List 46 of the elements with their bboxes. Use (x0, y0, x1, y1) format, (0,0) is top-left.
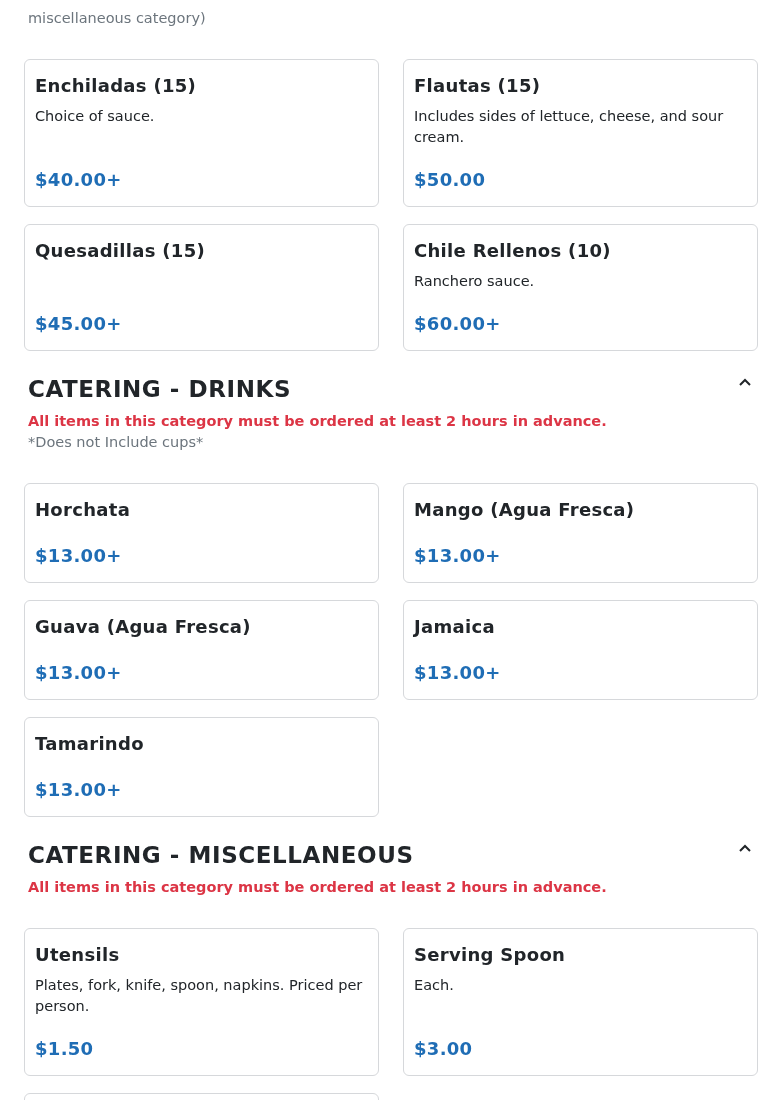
item-name: Utensils (35, 943, 121, 967)
item-price: $45.00+ (35, 312, 123, 336)
category-note: *Does not Include cups* (27, 433, 205, 452)
item-name: Jamaica (414, 615, 496, 639)
item-name: Serving Spoon (414, 943, 567, 967)
item-name: Chile Rellenos (10) (414, 239, 612, 263)
category-note: miscellaneous category) (27, 9, 207, 28)
item-price: $60.00+ (414, 312, 502, 336)
item-name: Tamarindo (35, 732, 145, 756)
section-title: CATERING - DRINKS (28, 375, 292, 404)
menu-item-card[interactable]: Serving Spoon Each. $3.00 (403, 928, 758, 1076)
item-name: Guava (Agua Fresca) (35, 615, 252, 639)
item-name: Enchiladas (15) (35, 74, 198, 98)
item-price: $13.00+ (35, 661, 123, 685)
item-price: $40.00+ (35, 168, 123, 192)
menu-item-card[interactable]: Tamarindo $13.00+ (24, 717, 379, 817)
menu-item-card[interactable]: Flautas (15) Includes sides of lettuce, cheese, and sour cream. $50.00 (403, 59, 758, 207)
section-title: CATERING - MISCELLANEOUS (28, 841, 414, 870)
menu-item-card[interactable]: Jamaica $13.00+ (403, 600, 758, 700)
item-price: $3.00 (414, 1037, 474, 1061)
item-price: $13.00+ (35, 778, 123, 802)
menu-item-card[interactable]: Horchata $13.00+ (24, 483, 379, 583)
item-price: $13.00+ (414, 661, 502, 685)
chevron-icon[interactable] (738, 843, 752, 853)
item-price: $50.00 (414, 168, 487, 192)
item-name: Mango (Agua Fresca) (414, 498, 636, 522)
menu-item-card[interactable]: Quesadillas (15) $45.00+ (24, 224, 379, 351)
menu-item-card[interactable]: Guava (Agua Fresca) $13.00+ (24, 600, 379, 700)
item-name: Flautas (15) (414, 74, 542, 98)
item-name: Horchata (35, 498, 132, 522)
item-description: Ranchero sauce. (414, 272, 536, 291)
item-price: $13.00+ (414, 544, 502, 568)
item-description: Includes sides of lettuce, cheese, and sour cream. (414, 107, 725, 147)
menu-item-card[interactable]: Enchiladas (15) Choice of sauce. $40.00+ (24, 59, 379, 207)
item-name: Quesadillas (15) (35, 239, 206, 263)
menu-item-card[interactable]: Mango (Agua Fresca) $13.00+ (403, 483, 758, 583)
item-price: $13.00+ (35, 544, 123, 568)
menu-item-card[interactable]: Chile Rellenos (10) Ranchero sauce. $60.00+ (403, 224, 758, 351)
chevron-icon[interactable] (738, 377, 752, 387)
item-description: Plates, fork, knife, spoon, napkins. Priced per person. (35, 976, 364, 1016)
item-description: Each. (414, 976, 455, 995)
advance-notice: All items in this category must be ordered at least 2 hours in advance. (27, 878, 608, 897)
menu-item-card[interactable]: Utensils Plates, fork, knife, spoon, napkins. Priced per person. $1.50 (24, 928, 379, 1076)
advance-notice: All items in this category must be ordered at least 2 hours in advance. (27, 412, 608, 431)
item-description: Choice of sauce. (35, 107, 156, 126)
item-price: $1.50 (35, 1037, 95, 1061)
